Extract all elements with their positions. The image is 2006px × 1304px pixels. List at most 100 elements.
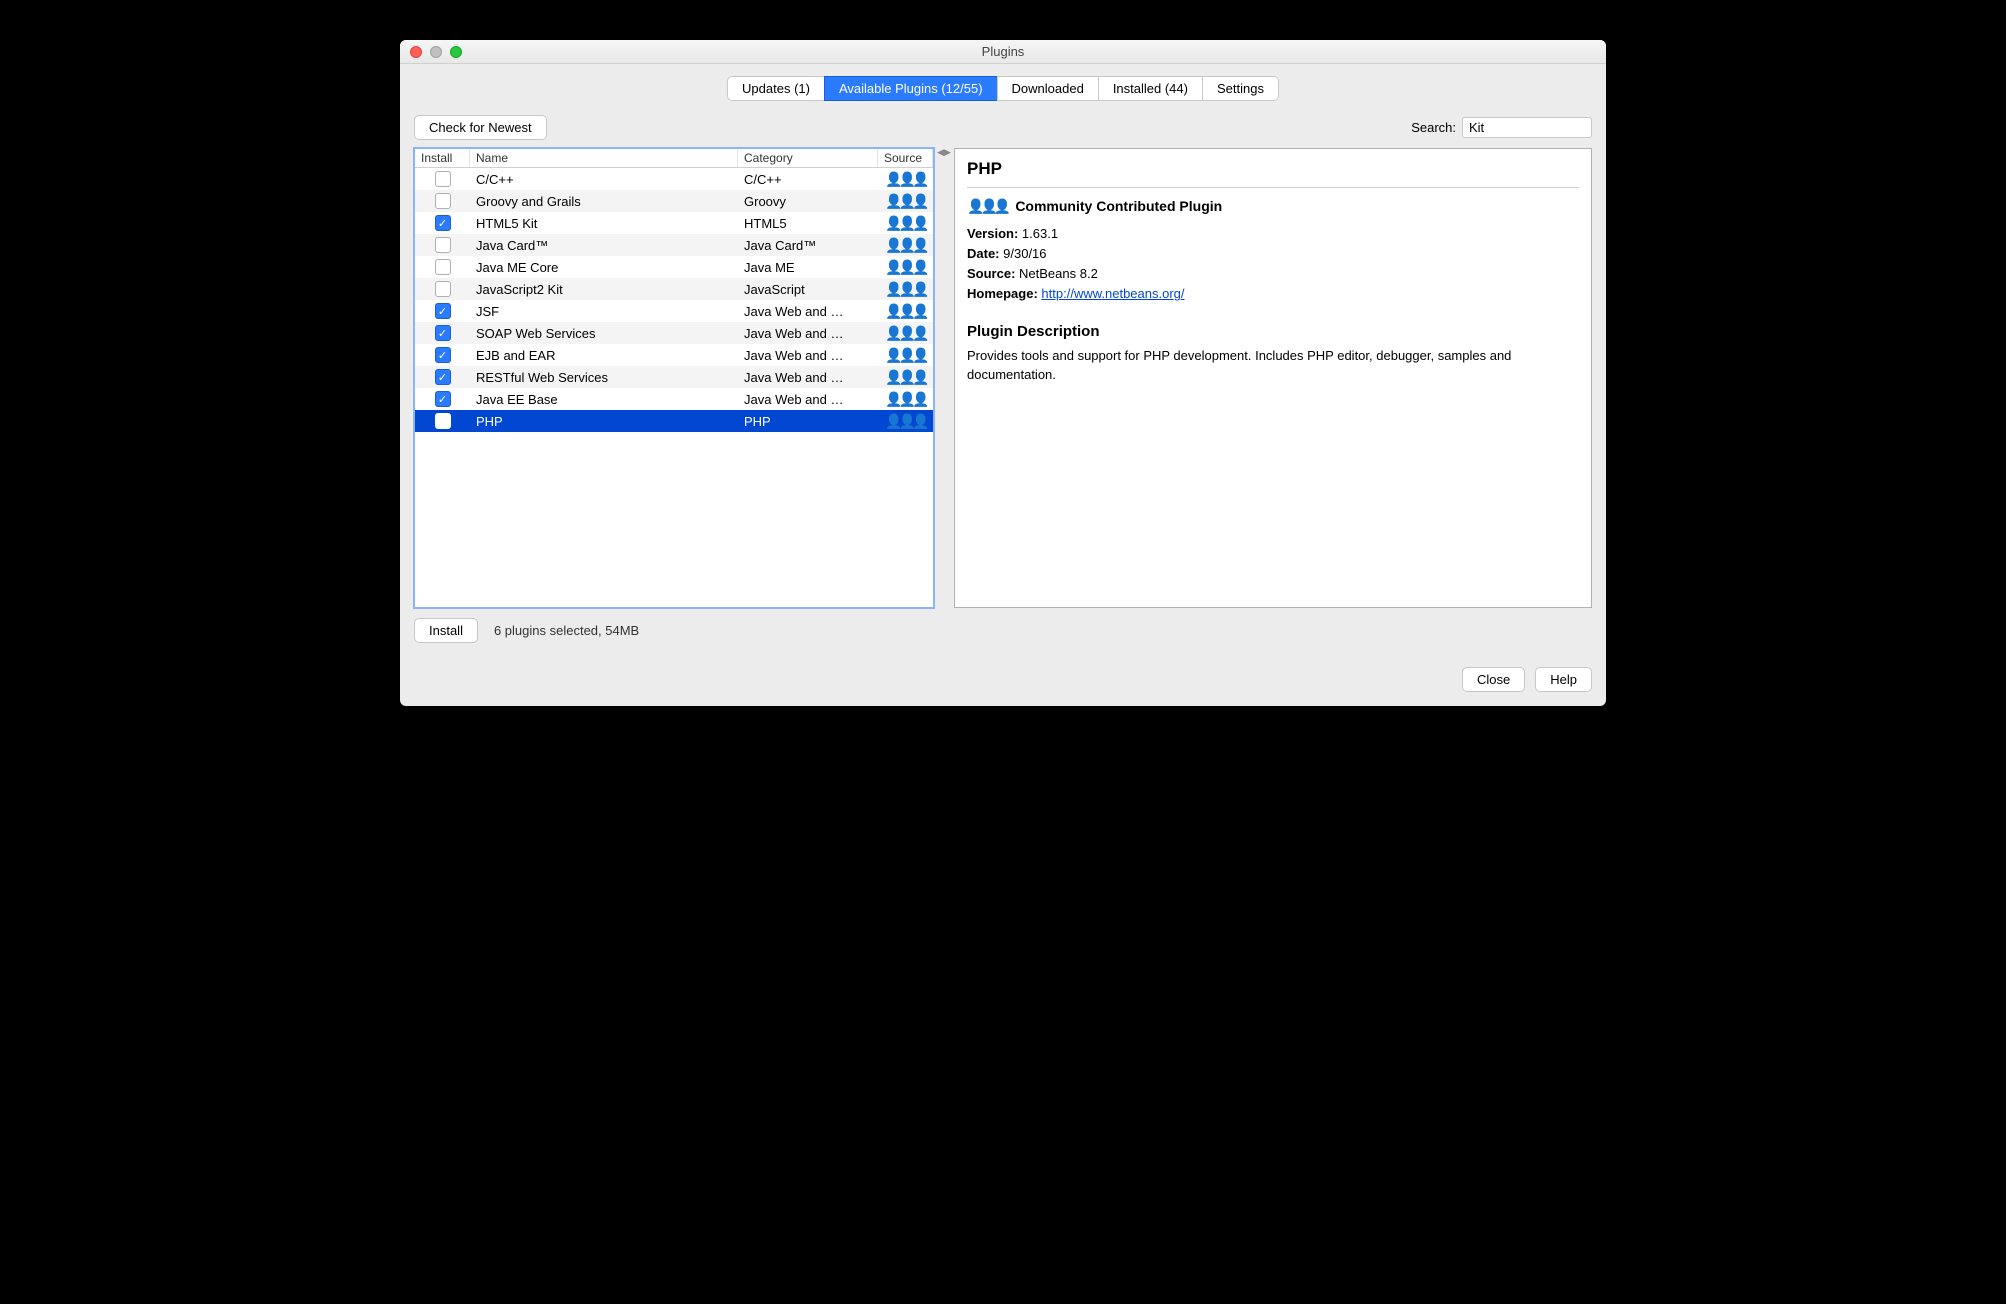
install-checkbox[interactable] bbox=[435, 347, 451, 363]
col-header-source[interactable]: Source bbox=[878, 149, 933, 167]
community-icon: 👤👤👤 bbox=[885, 238, 925, 252]
install-checkbox[interactable] bbox=[435, 413, 451, 429]
plugin-name: Java ME Core bbox=[470, 260, 738, 275]
plugin-category: Java Web and … bbox=[738, 370, 878, 385]
install-checkbox[interactable] bbox=[435, 215, 451, 231]
plugin-source: 👤👤👤 bbox=[878, 304, 933, 318]
plugin-name: RESTful Web Services bbox=[470, 370, 738, 385]
plugin-category: Groovy bbox=[738, 194, 878, 209]
plugin-name: EJB and EAR bbox=[470, 348, 738, 363]
install-checkbox[interactable] bbox=[435, 193, 451, 209]
plugin-category: Java Card™ bbox=[738, 238, 878, 253]
plugin-category: Java Web and … bbox=[738, 348, 878, 363]
table-row[interactable]: HTML5 KitHTML5 👤👤👤 bbox=[415, 212, 933, 234]
plugin-name: C/C++ bbox=[470, 172, 738, 187]
tab-bar: Updates (1)Available Plugins (12/55)Down… bbox=[414, 76, 1592, 101]
search-label: Search: bbox=[1411, 120, 1456, 135]
install-button[interactable]: Install bbox=[414, 618, 478, 643]
plugin-source: 👤👤👤 bbox=[878, 194, 933, 208]
homepage-link[interactable]: http://www.netbeans.org/ bbox=[1041, 286, 1184, 301]
detail-title: PHP bbox=[967, 159, 1579, 179]
check-newest-button[interactable]: Check for Newest bbox=[414, 115, 547, 140]
table-row[interactable]: Java ME CoreJava ME 👤👤👤 bbox=[415, 256, 933, 278]
date-value: 9/30/16 bbox=[1003, 246, 1046, 261]
split-handle[interactable]: ◀▶ bbox=[940, 148, 948, 608]
version-value: 1.63.1 bbox=[1022, 226, 1058, 241]
table-row[interactable]: JavaScript2 KitJavaScript 👤👤👤 bbox=[415, 278, 933, 300]
close-button[interactable]: Close bbox=[1462, 667, 1525, 692]
plugin-source: 👤👤👤 bbox=[878, 414, 933, 428]
titlebar: Plugins bbox=[400, 40, 1606, 64]
community-icon: 👤👤👤 bbox=[967, 199, 1007, 213]
plugin-source: 👤👤👤 bbox=[878, 238, 933, 252]
community-icon: 👤👤👤 bbox=[885, 282, 925, 296]
plugin-category: JavaScript bbox=[738, 282, 878, 297]
table-row[interactable]: C/C++C/C++ 👤👤👤 bbox=[415, 168, 933, 190]
install-checkbox[interactable] bbox=[435, 237, 451, 253]
plugins-window: Plugins Updates (1)Available Plugins (12… bbox=[400, 40, 1606, 706]
col-header-install[interactable]: Install bbox=[415, 149, 470, 167]
version-label: Version: bbox=[967, 226, 1018, 241]
table-row[interactable]: Java Card™Java Card™ 👤👤👤 bbox=[415, 234, 933, 256]
selection-status: 6 plugins selected, 54MB bbox=[494, 623, 639, 638]
install-checkbox[interactable] bbox=[435, 171, 451, 187]
install-checkbox[interactable] bbox=[435, 369, 451, 385]
table-row[interactable]: EJB and EARJava Web and … 👤👤👤 bbox=[415, 344, 933, 366]
homepage-label: Homepage: bbox=[967, 286, 1038, 301]
desc-heading: Plugin Description bbox=[967, 323, 1579, 340]
community-icon: 👤👤👤 bbox=[885, 216, 925, 230]
table-row[interactable]: Java EE BaseJava Web and …👤👤👤 bbox=[415, 388, 933, 410]
plugin-category: Java Web and … bbox=[738, 326, 878, 341]
community-icon: 👤👤👤 bbox=[885, 348, 925, 362]
table-row[interactable]: Groovy and GrailsGroovy 👤👤👤 bbox=[415, 190, 933, 212]
community-icon: 👤👤👤 bbox=[885, 326, 925, 340]
plugin-source: 👤👤👤 bbox=[878, 348, 933, 362]
plugin-category: C/C++ bbox=[738, 172, 878, 187]
plugin-source: 👤👤👤 bbox=[878, 172, 933, 186]
window-title: Plugins bbox=[400, 44, 1606, 59]
help-button[interactable]: Help bbox=[1535, 667, 1592, 692]
tab-updates-1[interactable]: Updates (1) bbox=[727, 76, 824, 101]
table-row[interactable]: JSFJava Web and …👤👤👤 bbox=[415, 300, 933, 322]
plugin-table: Install Name Category Source C/C++C/C++ 👤… bbox=[414, 148, 934, 608]
table-row[interactable]: PHPPHP 👤👤👤 bbox=[415, 410, 933, 432]
plugin-name: Java EE Base bbox=[470, 392, 738, 407]
community-icon: 👤👤👤 bbox=[885, 172, 925, 186]
source-value: NetBeans 8.2 bbox=[1019, 266, 1098, 281]
plugin-name: JavaScript2 Kit bbox=[470, 282, 738, 297]
install-checkbox[interactable] bbox=[435, 325, 451, 341]
col-header-name[interactable]: Name bbox=[470, 149, 738, 167]
source-label: Source: bbox=[967, 266, 1015, 281]
plugin-category: PHP bbox=[738, 414, 878, 429]
community-icon: 👤👤👤 bbox=[885, 414, 925, 428]
search-input[interactable] bbox=[1462, 117, 1592, 138]
plugin-source: 👤👤👤 bbox=[878, 216, 933, 230]
community-label: Community Contributed Plugin bbox=[1015, 198, 1222, 214]
install-checkbox[interactable] bbox=[435, 303, 451, 319]
install-checkbox[interactable] bbox=[435, 259, 451, 275]
desc-text: Provides tools and support for PHP devel… bbox=[967, 346, 1579, 385]
tab-downloaded[interactable]: Downloaded bbox=[997, 76, 1098, 101]
plugin-category: HTML5 bbox=[738, 216, 878, 231]
col-header-category[interactable]: Category bbox=[738, 149, 878, 167]
detail-pane: PHP 👤👤👤 Community Contributed Plugin Ver… bbox=[954, 148, 1592, 608]
tab-settings[interactable]: Settings bbox=[1202, 76, 1279, 101]
table-row[interactable]: RESTful Web ServicesJava Web and …👤👤👤 bbox=[415, 366, 933, 388]
install-checkbox[interactable] bbox=[435, 281, 451, 297]
community-icon: 👤👤👤 bbox=[885, 194, 925, 208]
plugin-source: 👤👤👤 bbox=[878, 392, 933, 406]
community-icon: 👤👤👤 bbox=[885, 392, 925, 406]
plugin-name: PHP bbox=[470, 414, 738, 429]
tab-installed-44[interactable]: Installed (44) bbox=[1098, 76, 1202, 101]
plugin-name: HTML5 Kit bbox=[470, 216, 738, 231]
plugin-name: JSF bbox=[470, 304, 738, 319]
plugin-category: Java Web and … bbox=[738, 304, 878, 319]
community-icon: 👤👤👤 bbox=[885, 260, 925, 274]
table-row[interactable]: SOAP Web ServicesJava Web and …👤👤👤 bbox=[415, 322, 933, 344]
plugin-category: Java ME bbox=[738, 260, 878, 275]
plugin-name: Java Card™ bbox=[470, 238, 738, 253]
install-checkbox[interactable] bbox=[435, 391, 451, 407]
plugin-name: Groovy and Grails bbox=[470, 194, 738, 209]
splitter-icon: ◀▶ bbox=[937, 148, 951, 157]
tab-available-plugins-12-55[interactable]: Available Plugins (12/55) bbox=[824, 76, 997, 101]
